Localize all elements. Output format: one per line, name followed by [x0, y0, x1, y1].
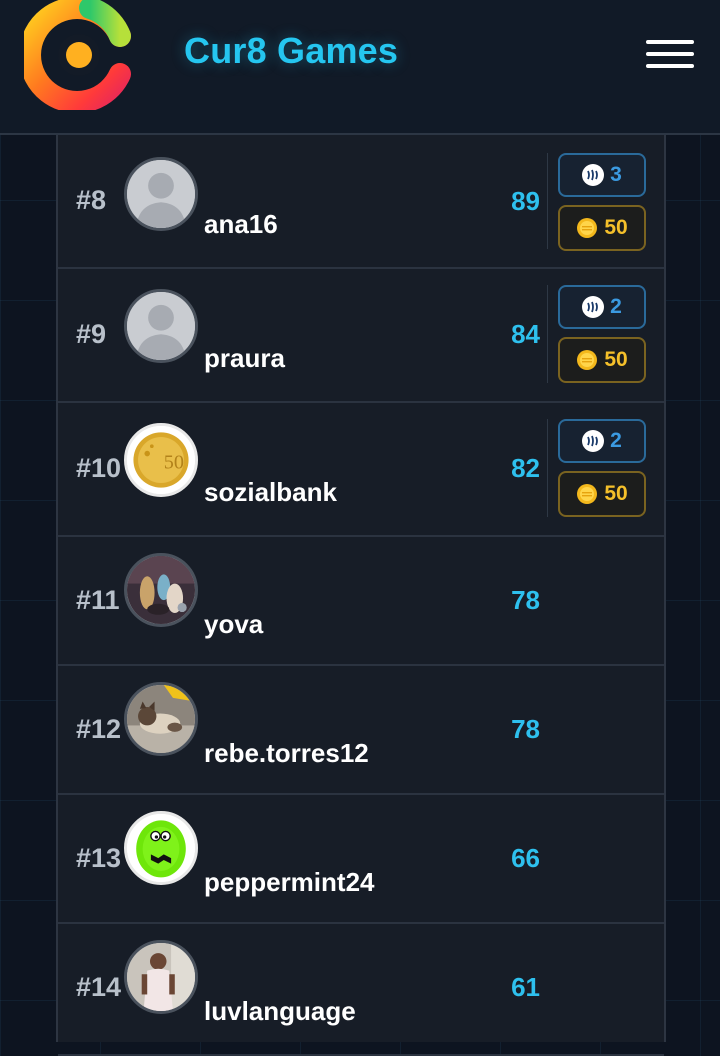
leaderboard-row: #8 ana16 89 3 50 — [58, 135, 664, 269]
rank-label: #11 — [76, 585, 120, 615]
app-header: Cur8 Games — [0, 0, 720, 135]
coin-icon — [576, 217, 598, 239]
rank-label: #10 — [76, 453, 122, 483]
username[interactable]: yova — [204, 609, 263, 640]
coin-icon — [576, 349, 598, 371]
steem-amount: 2 — [610, 429, 622, 452]
username[interactable]: ana16 — [204, 209, 278, 240]
steem-icon — [582, 296, 605, 318]
rank-label: #8 — [76, 185, 107, 215]
leaderboard-row: #12 rebe.torres12 78 — [58, 666, 664, 795]
username[interactable]: peppermint24 — [204, 867, 375, 898]
euro-coin-avatar[interactable]: 50 — [124, 423, 198, 497]
leaderboard-row: #10 50 sozialbank 82 2 50 — [58, 403, 664, 537]
app-title[interactable]: Cur8 Games — [184, 30, 398, 72]
rank-label: #13 — [76, 843, 122, 873]
rank-label: #9 — [76, 319, 107, 349]
username[interactable]: luvlanguage — [204, 996, 356, 1027]
leaderboard-row: #13 peppermint24 66 — [58, 795, 664, 924]
default-avatar-icon[interactable] — [124, 289, 198, 363]
coin-icon — [576, 483, 598, 505]
leaderboard-row: #14 luvlanguage 61 — [58, 924, 664, 1056]
coin-amount: 50 — [604, 348, 628, 371]
leaderboard-panel: #8 ana16 89 3 50 #9 praura 84 2 50 #10 5… — [56, 135, 666, 1056]
score: 78 — [511, 714, 540, 744]
score: 78 — [511, 585, 540, 615]
score: 89 — [511, 186, 540, 216]
coin-reward-badge: 50 — [558, 471, 646, 517]
steem-icon — [582, 164, 605, 186]
figurines-photo-avatar[interactable] — [124, 553, 198, 627]
coin-reward-badge: 50 — [558, 205, 646, 251]
score: 84 — [511, 319, 540, 349]
leaderboard-row: #9 praura 84 2 50 — [58, 269, 664, 403]
steem-reward-badge: 2 — [558, 419, 646, 463]
coin-reward-badge: 50 — [558, 337, 646, 383]
steem-amount: 2 — [610, 295, 622, 318]
steem-icon — [582, 430, 605, 452]
cur8-logo-icon[interactable] — [19, 0, 134, 113]
leaderboard-row: #11 yova 78 — [58, 537, 664, 666]
score: 61 — [511, 972, 540, 1002]
score: 66 — [511, 843, 540, 873]
person-photo-avatar[interactable] — [124, 940, 198, 1014]
score: 82 — [511, 453, 540, 483]
row-divider — [547, 153, 548, 249]
username[interactable]: rebe.torres12 — [204, 738, 369, 769]
row-divider — [547, 419, 548, 517]
steem-amount: 3 — [610, 163, 622, 186]
row-divider — [547, 285, 548, 383]
rank-label: #14 — [76, 972, 122, 1002]
hamburger-menu-icon[interactable] — [646, 38, 696, 70]
default-avatar-icon[interactable] — [124, 157, 198, 231]
svg-text:50: 50 — [164, 451, 184, 473]
steem-reward-badge: 3 — [558, 153, 646, 197]
coin-amount: 50 — [604, 482, 628, 505]
rank-label: #12 — [76, 714, 122, 744]
username[interactable]: sozialbank — [204, 477, 337, 508]
username[interactable]: praura — [204, 343, 285, 374]
cat-photo-avatar[interactable] — [124, 682, 198, 756]
steem-reward-badge: 2 — [558, 285, 646, 329]
coin-amount: 50 — [604, 216, 628, 239]
green-monster-avatar[interactable] — [124, 811, 198, 885]
